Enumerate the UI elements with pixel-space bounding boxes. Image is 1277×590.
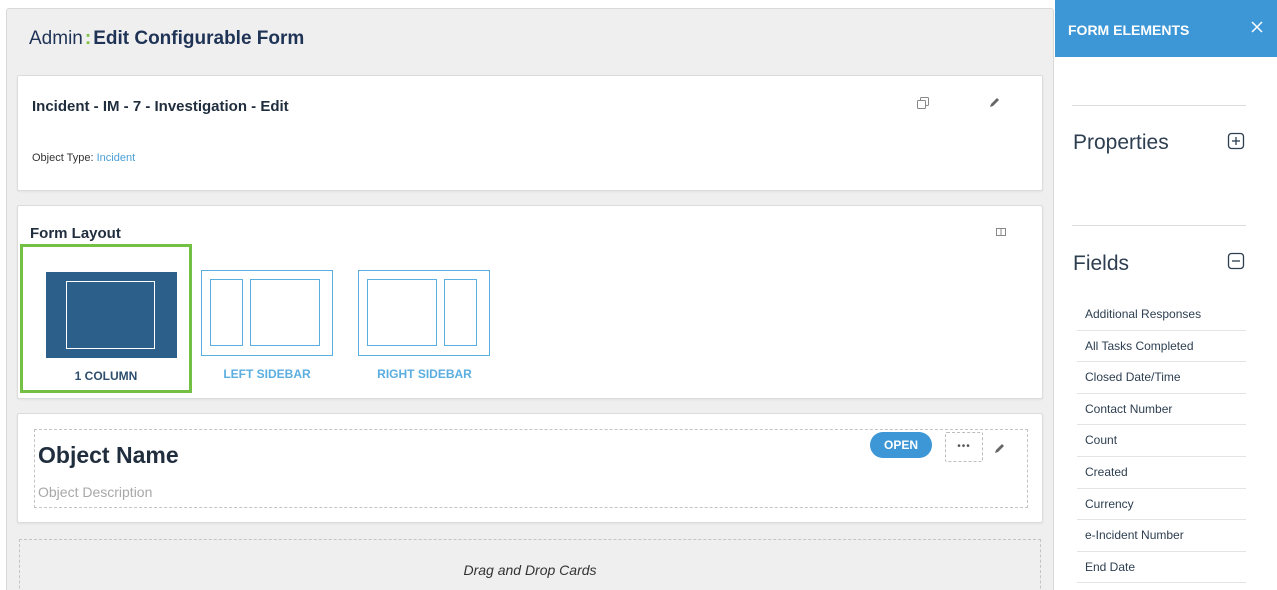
object-name: Object Name [38, 442, 179, 468]
page-title-separator: : [84, 28, 92, 49]
field-item-all-tasks-completed[interactable]: All Tasks Completed [1077, 331, 1246, 363]
pencil-icon[interactable] [987, 96, 1001, 110]
left-sidebar-wide-column [250, 279, 320, 346]
close-icon[interactable] [1250, 20, 1264, 34]
field-item-additional-responses[interactable]: Additional Responses [1077, 299, 1246, 331]
object-header-box[interactable]: Object Name Object Description OPEN ••• [34, 429, 1028, 508]
page-title-prefix: Admin [29, 28, 83, 49]
properties-section-title[interactable]: Properties [1073, 131, 1169, 155]
object-type: Object Type: Incident [32, 152, 135, 164]
form-layout-card: Form Layout 1 COLUMN LEFT SIDEBAR RIGHT … [17, 205, 1043, 399]
panel-header: FORM ELEMENTS [1055, 0, 1277, 57]
panel-divider [1072, 225, 1246, 226]
object-card: Object Name Object Description OPEN ••• [17, 413, 1043, 523]
status-badge[interactable]: OPEN [870, 432, 932, 458]
field-item-contact-number[interactable]: Contact Number [1077, 394, 1246, 426]
more-options-button[interactable]: ••• [945, 432, 983, 462]
main-content: Admin: Edit Configurable Form Incident - … [6, 8, 1054, 590]
incident-card: Incident - IM - 7 - Investigation - Edit… [17, 75, 1043, 191]
right-sidebar-thumbnail [358, 270, 490, 356]
left-sidebar-thumbnail [201, 270, 333, 356]
field-item-e-incident-number[interactable]: e-Incident Number [1077, 520, 1246, 552]
page-title-main: Edit Configurable Form [93, 28, 305, 49]
columns-icon[interactable] [995, 226, 1007, 238]
object-type-link[interactable]: Incident [97, 152, 136, 164]
layout-option-left-sidebar[interactable]: LEFT SIDEBAR [200, 244, 334, 393]
layout-option-label: LEFT SIDEBAR [223, 367, 311, 381]
copy-icon[interactable] [916, 96, 930, 110]
left-sidebar-narrow-column [210, 279, 243, 346]
pencil-icon[interactable] [992, 442, 1006, 456]
minus-box-icon[interactable] [1227, 252, 1245, 270]
layout-option-label: RIGHT SIDEBAR [377, 367, 472, 381]
panel-title: FORM ELEMENTS [1068, 22, 1190, 38]
one-column-thumbnail-inner [66, 281, 155, 349]
form-elements-panel: FORM ELEMENTS Properties Fields Addition… [1055, 0, 1277, 590]
field-item-count[interactable]: Count [1077, 425, 1246, 457]
field-item-closed-date-time[interactable]: Closed Date/Time [1077, 362, 1246, 394]
field-item-currency[interactable]: Currency [1077, 489, 1246, 521]
layout-option-1-column[interactable]: 1 COLUMN [20, 244, 192, 393]
card-dropzone[interactable]: Drag and Drop Cards [19, 539, 1041, 590]
form-layout-title: Form Layout [30, 225, 121, 242]
object-description: Object Description [38, 484, 153, 500]
right-sidebar-narrow-column [444, 279, 477, 346]
right-sidebar-wide-column [367, 279, 437, 346]
plus-box-icon[interactable] [1227, 132, 1245, 150]
field-item-created[interactable]: Created [1077, 457, 1246, 489]
incident-title: Incident - IM - 7 - Investigation - Edit [32, 98, 289, 115]
fields-section-title[interactable]: Fields [1073, 252, 1129, 276]
field-list: Additional Responses All Tasks Completed… [1077, 299, 1246, 584]
layout-option-right-sidebar[interactable]: RIGHT SIDEBAR [358, 244, 491, 393]
page-title: Admin: Edit Configurable Form [29, 28, 304, 50]
layout-option-label: 1 COLUMN [74, 369, 138, 383]
field-item-end-date[interactable]: End Date [1077, 552, 1246, 584]
one-column-thumbnail [46, 272, 177, 358]
dropzone-text: Drag and Drop Cards [463, 562, 597, 578]
panel-divider [1072, 105, 1246, 106]
object-type-label: Object Type: [32, 152, 94, 164]
